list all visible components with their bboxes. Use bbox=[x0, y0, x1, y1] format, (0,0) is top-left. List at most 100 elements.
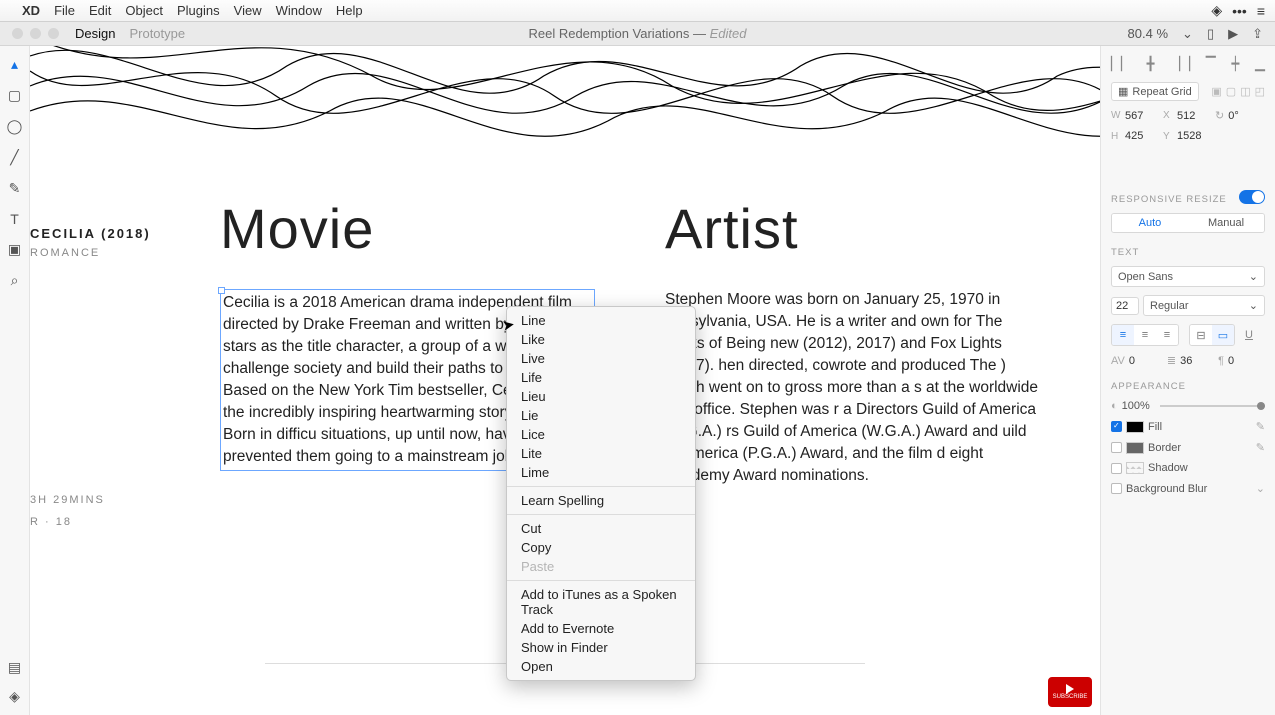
zoom-level[interactable]: 80.4 % bbox=[1128, 26, 1168, 41]
ctx-open[interactable]: Open bbox=[507, 657, 695, 676]
menu-view[interactable]: View bbox=[234, 3, 262, 18]
play-icon[interactable]: ▶ bbox=[1228, 26, 1238, 42]
artboard-meta: CECILIA (2018) ROMANCE 3H 29MINS R · 18 bbox=[30, 226, 151, 528]
ctx-add-itunes[interactable]: Add to iTunes as a Spoken Track bbox=[507, 585, 695, 619]
ctx-copy[interactable]: Copy bbox=[507, 538, 695, 557]
menu-file[interactable]: File bbox=[54, 3, 75, 18]
grid-icon: ▦ bbox=[1118, 85, 1128, 98]
rectangle-tool-icon[interactable]: ▢ bbox=[8, 87, 21, 104]
youtube-subscribe-badge[interactable]: SUBSCRIBE bbox=[1048, 677, 1092, 707]
rotation-field[interactable] bbox=[1228, 110, 1252, 122]
menu-help[interactable]: Help bbox=[336, 3, 363, 18]
align-bottom-icon[interactable]: ▁ bbox=[1255, 56, 1265, 72]
select-tool-icon[interactable]: ▴ bbox=[11, 56, 18, 73]
share-icon[interactable]: ⇪ bbox=[1252, 26, 1263, 42]
border-checkbox[interactable] bbox=[1111, 442, 1122, 453]
line-height-field[interactable] bbox=[1180, 355, 1214, 367]
eyedropper-icon[interactable]: ✎ bbox=[1256, 441, 1265, 454]
boolean-exc-icon[interactable]: ◰ bbox=[1255, 85, 1265, 98]
boolean-add-icon[interactable]: ▣ bbox=[1211, 85, 1221, 98]
repeat-grid-button[interactable]: ▦Repeat Grid bbox=[1111, 82, 1199, 101]
resize-mode-segment[interactable]: Auto Manual bbox=[1111, 213, 1265, 233]
border-swatch[interactable] bbox=[1126, 442, 1144, 454]
ctx-add-evernote[interactable]: Add to Evernote bbox=[507, 619, 695, 638]
shadow-swatch[interactable] bbox=[1126, 462, 1144, 474]
ctx-suggestion[interactable]: Lite bbox=[507, 444, 695, 463]
meta-title: CECILIA (2018) bbox=[30, 226, 151, 241]
window-traffic-lights[interactable] bbox=[12, 28, 59, 39]
opacity-slider[interactable] bbox=[1160, 405, 1265, 407]
font-weight-dropdown[interactable]: Regular⌄ bbox=[1143, 295, 1265, 316]
ctx-suggestion[interactable]: Lie bbox=[507, 406, 695, 425]
w-label: W bbox=[1111, 110, 1121, 121]
ctx-suggestion[interactable]: Line bbox=[507, 311, 695, 330]
meta-genre: ROMANCE bbox=[30, 247, 151, 259]
layers-icon[interactable]: ◈ bbox=[9, 688, 20, 705]
ctx-suggestion[interactable]: Life bbox=[507, 368, 695, 387]
window-titlebar: Design Prototype Reel Redemption Variati… bbox=[0, 22, 1275, 46]
bgblur-label: Background Blur bbox=[1126, 483, 1207, 495]
eyedropper-icon[interactable]: ✎ bbox=[1256, 420, 1265, 433]
chevron-down-icon[interactable]: ⌄ bbox=[1256, 482, 1265, 495]
tab-prototype[interactable]: Prototype bbox=[129, 26, 185, 41]
resize-auto[interactable]: Auto bbox=[1112, 214, 1188, 232]
ctx-suggestion[interactable]: Lice bbox=[507, 425, 695, 444]
para-spacing-field[interactable] bbox=[1228, 355, 1262, 367]
font-size-field[interactable] bbox=[1111, 297, 1139, 315]
pen-tool-icon[interactable]: ✎ bbox=[9, 180, 21, 197]
tab-design[interactable]: Design bbox=[75, 26, 115, 41]
align-vcenter-icon[interactable]: ┿ bbox=[1231, 56, 1239, 72]
ctx-suggestion[interactable]: Lime bbox=[507, 463, 695, 482]
resize-manual[interactable]: Manual bbox=[1188, 214, 1264, 232]
text-align-left-icon[interactable]: ≡ bbox=[1112, 325, 1134, 345]
opacity-icon: ◐ bbox=[1111, 400, 1118, 412]
assets-icon[interactable]: ▤ bbox=[8, 659, 21, 676]
font-family-dropdown[interactable]: Open Sans⌄ bbox=[1111, 266, 1265, 287]
point-text-icon[interactable]: ⊟ bbox=[1190, 325, 1212, 345]
chevron-down-icon[interactable]: ⌄ bbox=[1182, 26, 1193, 42]
width-field[interactable] bbox=[1125, 110, 1159, 122]
menu-window[interactable]: Window bbox=[276, 3, 322, 18]
fill-swatch[interactable] bbox=[1126, 421, 1144, 433]
menu-edit[interactable]: Edit bbox=[89, 3, 111, 18]
ctx-show-finder[interactable]: Show in Finder bbox=[507, 638, 695, 657]
align-left-icon[interactable]: ▏▏ bbox=[1111, 56, 1131, 72]
rotate-icon[interactable]: ↻ bbox=[1215, 109, 1224, 122]
align-top-icon[interactable]: ▔ bbox=[1206, 56, 1216, 72]
ctx-cut[interactable]: Cut bbox=[507, 519, 695, 538]
menu-object[interactable]: Object bbox=[125, 3, 163, 18]
underline-icon[interactable]: U bbox=[1245, 329, 1253, 341]
text-align-right-icon[interactable]: ≡ bbox=[1156, 325, 1178, 345]
canvas[interactable]: CECILIA (2018) ROMANCE 3H 29MINS R · 18 … bbox=[30, 46, 1100, 715]
more-icon[interactable]: ••• bbox=[1232, 3, 1247, 19]
text-align-center-icon[interactable]: ≡ bbox=[1134, 325, 1156, 345]
ctx-suggestion[interactable]: Lieu bbox=[507, 387, 695, 406]
ctx-suggestion[interactable]: Like bbox=[507, 330, 695, 349]
x-field[interactable] bbox=[1177, 110, 1211, 122]
ctx-suggestion[interactable]: Live bbox=[507, 349, 695, 368]
align-right-icon[interactable]: ▕▕ bbox=[1170, 56, 1190, 72]
line-tool-icon[interactable]: ╱ bbox=[10, 149, 18, 166]
ellipse-tool-icon[interactable]: ◯ bbox=[7, 118, 23, 135]
ctx-learn-spelling[interactable]: Learn Spelling bbox=[507, 491, 695, 510]
y-field[interactable] bbox=[1177, 130, 1211, 142]
shield-icon[interactable]: ◈ bbox=[1211, 2, 1222, 19]
boolean-int-icon[interactable]: ◫ bbox=[1240, 85, 1250, 98]
artboard-tool-icon[interactable]: ▣ bbox=[8, 241, 21, 258]
menu-plugins[interactable]: Plugins bbox=[177, 3, 220, 18]
area-text-icon[interactable]: ▭ bbox=[1212, 325, 1234, 345]
char-spacing-field[interactable] bbox=[1129, 355, 1163, 367]
align-hcenter-icon[interactable]: ╋ bbox=[1147, 56, 1155, 72]
device-preview-icon[interactable]: ▯ bbox=[1207, 26, 1214, 42]
bgblur-checkbox[interactable] bbox=[1111, 483, 1122, 494]
app-name[interactable]: XD bbox=[22, 3, 40, 18]
opacity-value[interactable]: 100% bbox=[1122, 400, 1150, 412]
boolean-sub-icon[interactable]: ▢ bbox=[1226, 85, 1236, 98]
zoom-tool-icon[interactable]: ⌕ bbox=[11, 272, 19, 289]
responsive-resize-toggle[interactable] bbox=[1239, 190, 1265, 204]
menu-extras-icon[interactable]: ≡ bbox=[1257, 3, 1265, 19]
shadow-checkbox[interactable] bbox=[1111, 463, 1122, 474]
fill-checkbox[interactable] bbox=[1111, 421, 1122, 432]
text-tool-icon[interactable]: T bbox=[10, 211, 19, 227]
height-field[interactable] bbox=[1125, 130, 1159, 142]
